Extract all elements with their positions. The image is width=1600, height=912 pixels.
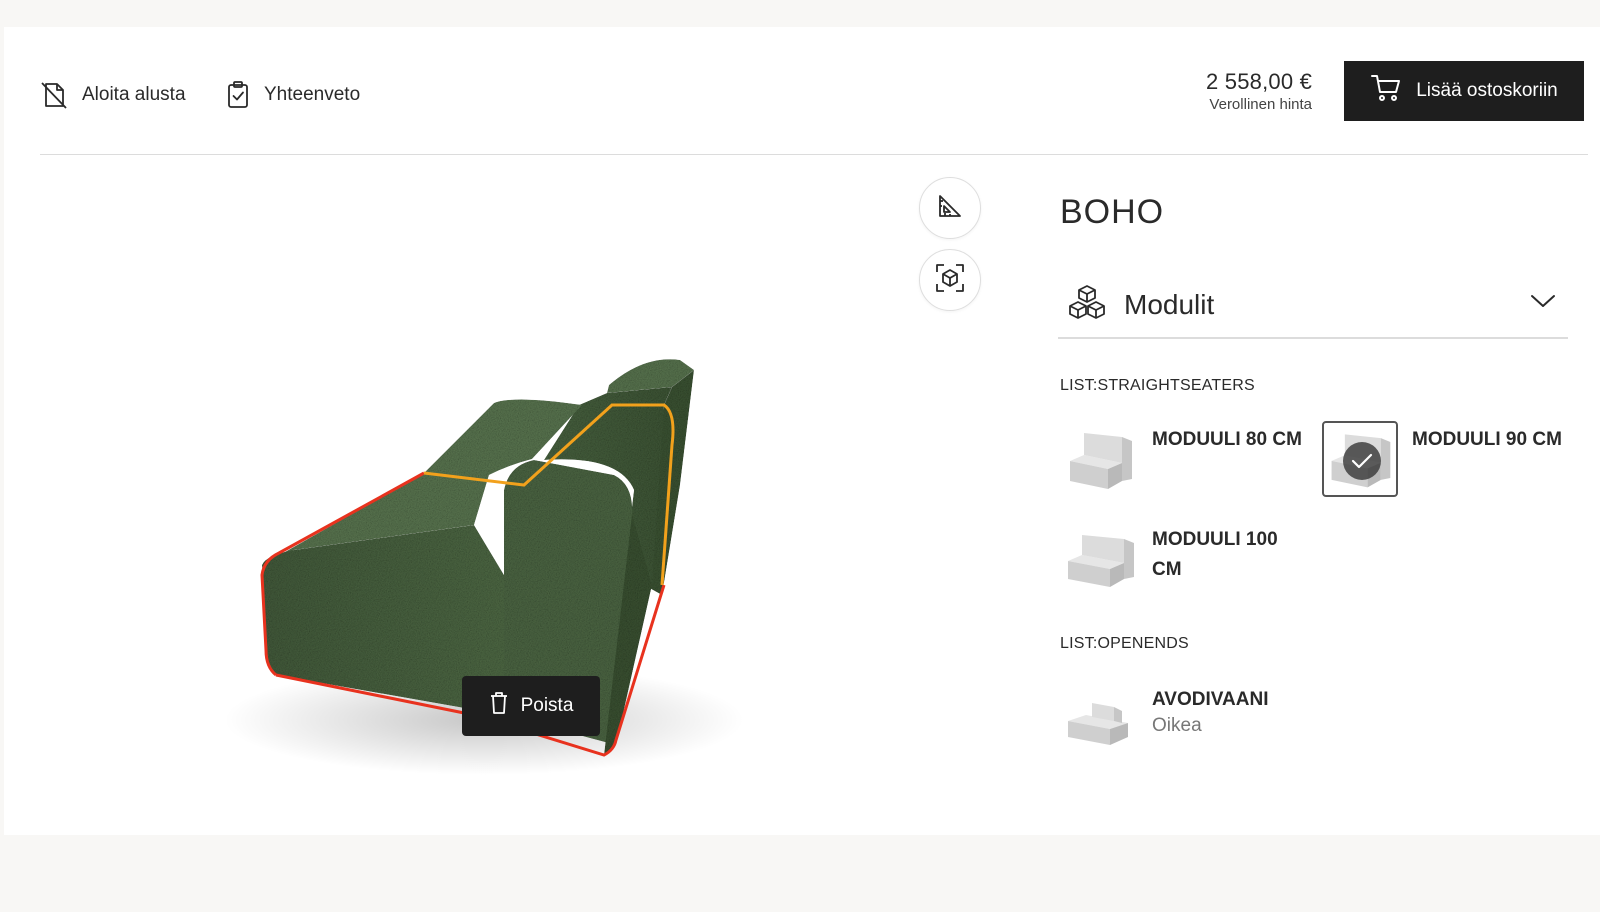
summary-label: Yhteenveto <box>264 84 361 105</box>
module-name: AVODIVAANI <box>1152 689 1269 710</box>
delete-button[interactable]: Poista <box>462 676 600 736</box>
module-item-selected[interactable]: MODUULI 90 CM <box>1322 421 1582 501</box>
modules-accordion-header[interactable]: Modulit <box>1058 273 1568 339</box>
restart-label: Aloita alusta <box>82 84 186 105</box>
accordion-title: Modulit <box>1124 289 1215 320</box>
total-price: 2 558,00 € <box>1206 69 1312 94</box>
summary-button[interactable]: Yhteenveto <box>224 75 360 115</box>
delete-label: Poista <box>520 695 574 716</box>
add-to-cart-label: Lisää ostoskoriin <box>1416 80 1558 101</box>
cart-icon <box>1370 73 1402 109</box>
section-label-straightseaters: LIST:STRAIGHTSEATERS <box>1060 377 1255 394</box>
page-footer-area <box>0 835 1600 912</box>
product-title: BOHO <box>1060 193 1165 231</box>
section-label-openends: LIST:OPENENDS <box>1060 635 1189 652</box>
chevron-down-icon <box>1530 293 1556 314</box>
cubes-icon <box>1066 284 1108 327</box>
3d-viewer[interactable]: Poista <box>4 155 1024 835</box>
top-bar: Aloita alusta Yhteenveto 2 558,00 € Vero… <box>4 27 1600 155</box>
price-block: 2 558,00 € Verollinen hinta <box>1206 69 1312 113</box>
restart-icon <box>38 79 70 111</box>
module-thumbnail <box>1062 421 1138 497</box>
module-name: MODUULI 80 CM <box>1152 429 1302 450</box>
ar-cube-icon <box>934 262 966 299</box>
module-thumbnail <box>1322 421 1398 497</box>
module-variant: Oikea <box>1152 715 1202 736</box>
module-item[interactable]: MODUULI 80 CM <box>1062 421 1322 501</box>
measure-button[interactable] <box>919 177 981 239</box>
clipboard-check-icon <box>224 79 252 111</box>
module-name: MODUULI 100 CM <box>1152 529 1278 580</box>
add-to-cart-button[interactable]: Lisää ostoskoriin <box>1344 61 1584 121</box>
trash-icon <box>489 691 509 721</box>
restart-button[interactable]: Aloita alusta <box>38 75 186 115</box>
checkmark-icon <box>1343 442 1381 480</box>
configurator-frame: Aloita alusta Yhteenveto 2 558,00 € Vero… <box>4 27 1600 835</box>
module-item[interactable]: MODUULI 100 CM <box>1062 521 1322 601</box>
price-caption: Verollinen hinta <box>1209 96 1312 113</box>
ruler-triangle-icon <box>935 191 965 226</box>
module-name: MODUULI 90 CM <box>1412 429 1562 450</box>
module-thumbnail <box>1062 521 1138 597</box>
module-item[interactable]: AVODIVAANI Oikea <box>1062 681 1322 761</box>
module-thumbnail <box>1062 681 1138 757</box>
ar-view-button[interactable] <box>919 249 981 311</box>
